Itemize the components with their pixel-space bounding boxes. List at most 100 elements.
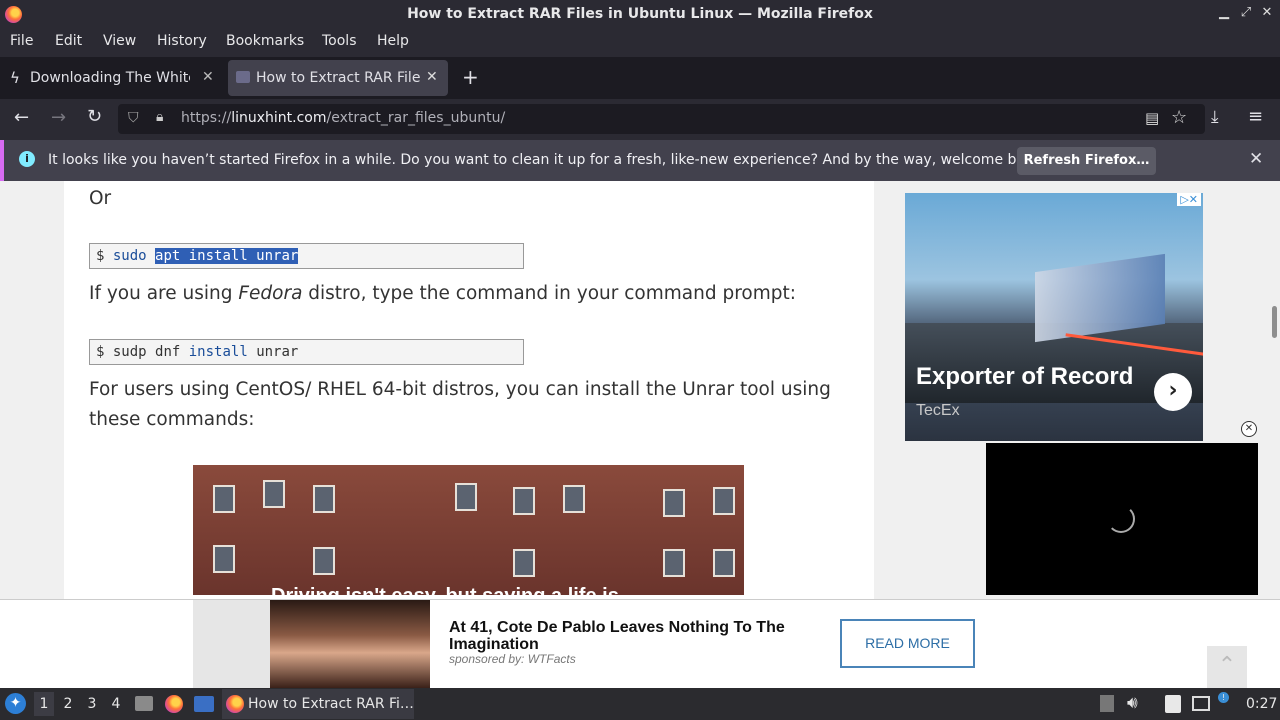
reader-view-icon[interactable]: ▤ — [1145, 109, 1159, 127]
window-titlebar: How to Extract RAR Files in Ubuntu Linux… — [0, 0, 1280, 29]
navigation-bar: ← → ↻ ⛉ 🔒︎ https://linuxhint.com/extract… — [0, 99, 1280, 140]
back-icon[interactable]: ← — [14, 107, 29, 128]
ad-brand: TecEx — [916, 402, 960, 419]
minimize-icon[interactable]: ▁ — [1215, 5, 1233, 20]
building-window — [455, 483, 477, 511]
code-selection[interactable]: apt install unrar — [155, 248, 299, 264]
notification-bar: i It looks like you haven’t started Fire… — [0, 140, 1280, 181]
tab-downloading[interactable]: ϟ Downloading The White H ✕ — [2, 60, 224, 96]
page-scrollbar[interactable] — [1272, 306, 1277, 338]
code-block-dnf[interactable]: $ sudp dnf install unrar — [89, 339, 524, 365]
tab-label: How to Extract RAR Files — [256, 70, 420, 86]
building-window — [713, 487, 735, 515]
network-icon[interactable] — [1192, 696, 1210, 711]
firefox-icon — [226, 695, 244, 713]
tab-bar: ϟ Downloading The White H ✕ How to Extra… — [0, 57, 1280, 99]
code-block-apt[interactable]: $ sudo apt install unrar — [89, 243, 524, 269]
downloads-icon[interactable]: ⤓ — [1211, 107, 1219, 127]
building-window — [513, 487, 535, 515]
close-video-icon[interactable]: ✕ — [1241, 421, 1257, 437]
code-prompt: $ — [96, 344, 105, 360]
read-more-button[interactable]: READ MORE — [840, 619, 975, 668]
hamburger-menu-icon[interactable]: ≡ — [1248, 106, 1263, 127]
url-text[interactable]: https://linuxhint.com/extract_rar_files_… — [181, 110, 505, 126]
bolt-icon: ϟ — [10, 69, 20, 87]
ad-headline[interactable]: Exporter of Record — [916, 363, 1133, 391]
menu-bookmarks[interactable]: Bookmarks — [226, 33, 304, 49]
menu-tools[interactable]: Tools — [322, 33, 357, 49]
code-prompt: $ — [96, 248, 105, 264]
menu-bar: File Edit View History Bookmarks Tools H… — [0, 29, 1280, 55]
window-title: How to Extract RAR Files in Ubuntu Linux… — [407, 6, 873, 22]
adchoices-icon[interactable]: ▷✕ — [1177, 193, 1201, 206]
workspace-1[interactable]: 1 — [34, 692, 54, 716]
volume-icon[interactable]: 🔊︎ — [1127, 693, 1138, 713]
url-bar[interactable]: ⛉ 🔒︎ https://linuxhint.com/extract_rar_f… — [118, 104, 1205, 134]
refresh-firefox-button[interactable]: Refresh Firefox… — [1017, 147, 1156, 175]
taskbar-app-label: How to Extract RAR Fi… — [248, 696, 414, 712]
new-tab-icon[interactable]: + — [462, 65, 479, 89]
ad-caption: Driving isn't easy, but saving a life is — [271, 585, 619, 595]
notification-close-icon[interactable]: ✕ — [1249, 149, 1263, 169]
site-favicon-icon — [236, 71, 250, 83]
tab-label: Downloading The White H — [30, 70, 190, 86]
chevron-right-icon[interactable]: › — [1154, 373, 1192, 411]
shield-icon[interactable]: ⛉ — [128, 110, 139, 126]
code-token: sudo — [112, 248, 147, 264]
menu-help[interactable]: Help — [377, 33, 409, 49]
building-window — [713, 549, 735, 577]
workspace-4[interactable]: 4 — [106, 696, 126, 712]
restore-icon[interactable]: ⤢ — [1237, 5, 1255, 20]
close-window-icon[interactable]: ✕ — [1258, 5, 1276, 20]
ad-thumbnail-left — [193, 600, 270, 688]
show-desktop-icon[interactable] — [194, 696, 214, 712]
bottom-ad-sponsor: sponsored by: WTFacts — [449, 652, 576, 666]
bookmark-star-icon[interactable]: ☆ — [1171, 107, 1187, 128]
text-fedora: If you are using Fedora distro, type the… — [89, 283, 796, 304]
video-player[interactable] — [986, 443, 1258, 595]
code-token: unrar — [256, 344, 299, 360]
text-centos: For users using CentOS/ RHEL 64-bit dist… — [89, 379, 831, 430]
building-window — [513, 549, 535, 577]
building-window — [213, 545, 235, 573]
file-manager-icon[interactable] — [135, 696, 153, 711]
building-window — [213, 485, 235, 513]
start-menu-icon[interactable]: ✦ — [5, 693, 26, 714]
building-window — [663, 489, 685, 517]
reload-icon[interactable]: ↻ — [87, 106, 102, 127]
clipboard-icon[interactable] — [1165, 695, 1181, 713]
menu-view[interactable]: View — [103, 33, 136, 49]
info-icon: i — [19, 151, 35, 167]
notification-message: It looks like you haven’t started Firefo… — [48, 152, 1047, 168]
code-token: install — [188, 344, 248, 360]
tab-close-icon[interactable]: ✕ — [202, 69, 214, 85]
workspace-2[interactable]: 2 — [58, 696, 78, 712]
menu-edit[interactable]: Edit — [55, 33, 82, 49]
building-window — [313, 485, 335, 513]
workspace-3[interactable]: 3 — [82, 696, 102, 712]
notification-badge-icon[interactable]: ! — [1218, 692, 1229, 703]
inline-ad-image[interactable]: Driving isn't easy, but saving a life is — [193, 465, 744, 595]
bottom-ad-banner[interactable]: At 41, Cote De Pablo Leaves Nothing To T… — [0, 599, 1280, 688]
text-or: Or — [89, 188, 112, 209]
sidebar-ad[interactable]: ▷✕ Exporter of Record TecEx › — [905, 193, 1203, 441]
os-taskbar: ✦ 1 2 3 4 How to Extract RAR Fi… 🔊︎ ! 0:… — [0, 688, 1280, 720]
building-window — [663, 549, 685, 577]
scroll-to-top-icon[interactable]: ⌃ — [1207, 646, 1247, 688]
loading-spinner-icon — [1107, 505, 1135, 533]
taskbar-app-firefox[interactable]: How to Extract RAR Fi… — [222, 689, 414, 719]
menu-history[interactable]: History — [157, 33, 207, 49]
lock-icon[interactable]: 🔒︎ — [156, 109, 163, 125]
menu-file[interactable]: File — [10, 33, 33, 49]
building-window — [263, 480, 285, 508]
clock[interactable]: 0:27 — [1246, 696, 1277, 712]
building-window — [563, 485, 585, 513]
forward-icon[interactable]: → — [51, 107, 66, 128]
ad-photo[interactable] — [270, 600, 430, 688]
building-window — [313, 547, 335, 575]
bottom-ad-headline[interactable]: At 41, Cote De Pablo Leaves Nothing To T… — [449, 619, 829, 653]
battery-icon[interactable] — [1100, 695, 1114, 712]
tab-extract-rar[interactable]: How to Extract RAR Files ✕ — [228, 60, 448, 96]
tab-close-icon[interactable]: ✕ — [426, 69, 438, 85]
firefox-launcher-icon[interactable] — [165, 695, 183, 713]
